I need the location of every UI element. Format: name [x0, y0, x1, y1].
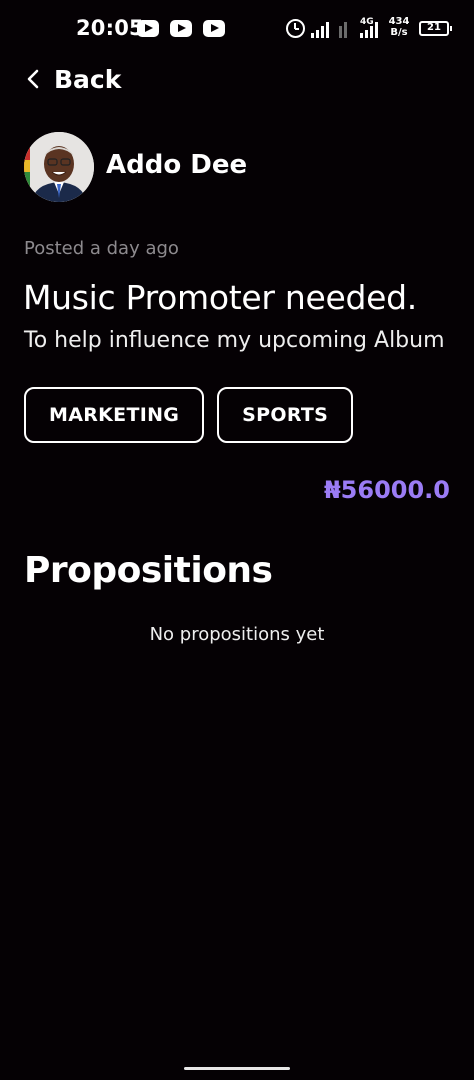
author-name[interactable]: Addo Dee [106, 150, 247, 180]
avatar[interactable] [24, 132, 94, 202]
youtube-icon [203, 20, 225, 37]
back-button[interactable]: Back [22, 60, 121, 98]
data-activity-icon [339, 20, 361, 38]
speed-value: 434 [388, 16, 410, 27]
speed-unit: B/s [390, 27, 408, 38]
tag-sports[interactable]: SPORTS [217, 387, 354, 443]
home-indicator[interactable] [184, 1067, 290, 1070]
youtube-icon [170, 20, 192, 37]
chevron-left-icon [27, 69, 39, 89]
signal-icon [360, 20, 382, 38]
post-title: Music Promoter needed. [23, 278, 417, 317]
youtube-icon [137, 20, 159, 37]
signal-icon [311, 20, 333, 38]
status-bar: 20:05 4G 434 B/s 21 [0, 0, 474, 60]
tag-marketing[interactable]: MARKETING [24, 387, 205, 443]
avatar-image [24, 132, 94, 202]
price: ₦56000.0 [323, 476, 450, 504]
empty-state-text: No propositions yet [149, 624, 325, 645]
network-speed: 434 B/s [388, 16, 410, 38]
alarm-icon [286, 19, 305, 38]
posted-time: Posted a day ago [24, 238, 179, 259]
battery-level: 21 [427, 22, 441, 33]
back-label: Back [54, 64, 122, 94]
post-description: To help influence my upcoming Album [24, 328, 445, 353]
propositions-heading: Propositions [24, 550, 273, 591]
tag-list: MARKETING SPORTS [24, 387, 354, 443]
battery-icon: 21 [419, 21, 452, 36]
status-time: 20:05 [76, 16, 144, 40]
